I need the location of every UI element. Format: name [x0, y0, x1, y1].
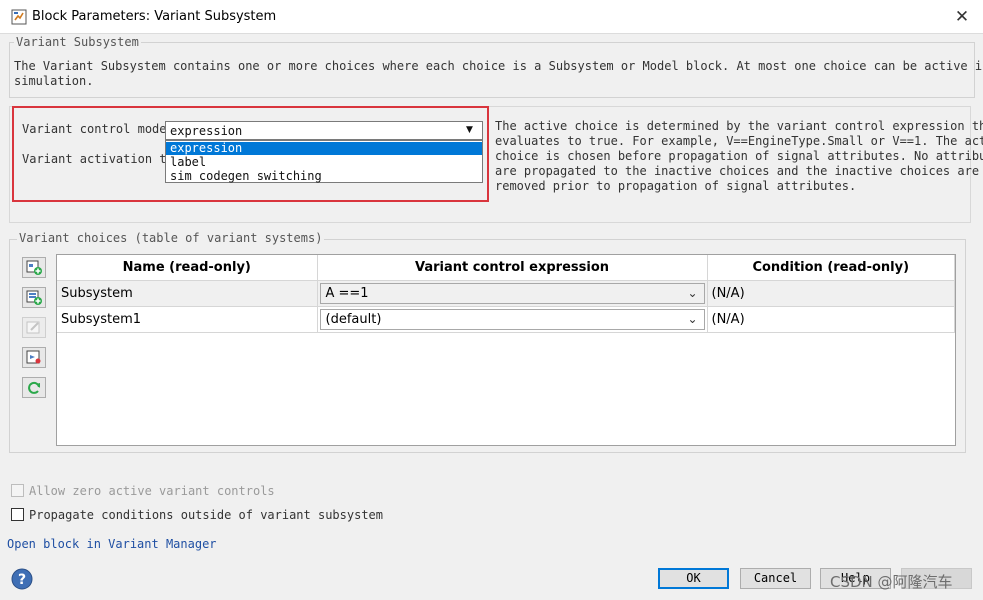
ok-button[interactable]: OK [658, 568, 729, 589]
allow-zero-active-label: Allow zero active variant controls [29, 484, 275, 498]
close-button[interactable]: ✕ [950, 6, 974, 28]
window-title: Block Parameters: Variant Subsystem [32, 9, 277, 24]
help-icon[interactable]: ? [11, 568, 33, 590]
add-model-choice-button[interactable] [22, 287, 46, 308]
propagate-conditions-checkbox[interactable] [11, 508, 24, 521]
open-choice-button[interactable] [22, 347, 46, 368]
open-choice-icon [26, 350, 41, 364]
dropdown-option-label[interactable]: label [166, 156, 482, 169]
allow-zero-active-checkbox[interactable] [11, 484, 24, 497]
variant-control-help-line-3: choice is chosen before propagation of s… [495, 149, 983, 163]
svg-text:?: ? [18, 572, 26, 588]
cancel-button[interactable]: Cancel [740, 568, 811, 589]
refresh-icon [28, 381, 40, 394]
choice-name-cell: Subsystem1 [57, 306, 318, 333]
variant-control-mode-select[interactable]: expression [165, 121, 483, 140]
column-header-expression[interactable]: Variant control expression [317, 255, 708, 281]
propagate-conditions-label: Propagate conditions outside of variant … [29, 508, 384, 522]
choice-name-cell: Subsystem [57, 280, 318, 307]
expression-select-value: A ==1 [325, 285, 369, 301]
variant-control-help-line-5: removed prior to propagation of signal a… [495, 179, 857, 193]
dropdown-option-expression[interactable]: expression [166, 142, 482, 155]
choice-condition-cell: (N/A) [707, 280, 955, 307]
variant-activation-time-label: Variant activation time [22, 152, 189, 166]
chevron-down-icon[interactable]: ⌄ [687, 284, 697, 303]
refresh-button[interactable] [22, 377, 46, 398]
expression-select[interactable]: (default) ⌄ [319, 308, 705, 330]
table-row[interactable]: Subsystem1 (default) ⌄ (N/A) [57, 306, 955, 333]
variant-control-help-line-4: are propagated to the inactive choices a… [495, 164, 980, 178]
choice-expression-cell: (default) ⌄ [317, 306, 708, 333]
add-subsystem-choice-button[interactable] [22, 257, 46, 278]
variant-control-mode-dropdown: expression label sim codegen switching [165, 140, 483, 183]
variant-control-help-line-2: evaluates to true. For example, V==Engin… [495, 134, 983, 148]
dropdown-arrow-icon[interactable]: ▼ [466, 125, 473, 135]
open-in-variant-manager-link[interactable]: Open block in Variant Manager [7, 537, 217, 551]
block-parameters-icon [11, 9, 27, 25]
description-text-line-2: simulation. [14, 74, 94, 88]
choice-condition-cell: (N/A) [707, 306, 955, 333]
watermark: CSDN @阿隆汽车 [830, 573, 953, 591]
column-header-name[interactable]: Name (read-only) [57, 255, 318, 281]
edit-choice-button[interactable] [22, 317, 46, 338]
dropdown-option-sim-codegen-switching[interactable]: sim codegen switching [166, 170, 482, 183]
variant-choices-table: Name (read-only) Variant control express… [56, 254, 956, 446]
table-row[interactable]: Subsystem A ==1 ⌄ (N/A) [57, 280, 955, 307]
expression-select[interactable]: A ==1 ⌄ [319, 282, 705, 304]
column-header-condition[interactable]: Condition (read-only) [707, 255, 955, 281]
description-text-line-1: The Variant Subsystem contains one or mo… [14, 59, 983, 73]
add-model-choice-icon [26, 290, 42, 305]
table-header-row: Name (read-only) Variant control express… [57, 255, 955, 281]
variant-control-help-line-1: The active choice is determined by the v… [495, 119, 983, 133]
expression-select-value: (default) [325, 311, 382, 327]
description-group-label: Variant Subsystem [14, 35, 141, 49]
add-subsystem-choice-icon [26, 260, 42, 275]
chevron-down-icon[interactable]: ⌄ [687, 310, 697, 329]
choice-expression-cell: A ==1 ⌄ [317, 280, 708, 307]
edit-choice-icon [26, 321, 40, 334]
variant-control-mode-label: Variant control mode: [22, 122, 174, 136]
variant-choices-group-label: Variant choices (table of variant system… [17, 231, 325, 245]
